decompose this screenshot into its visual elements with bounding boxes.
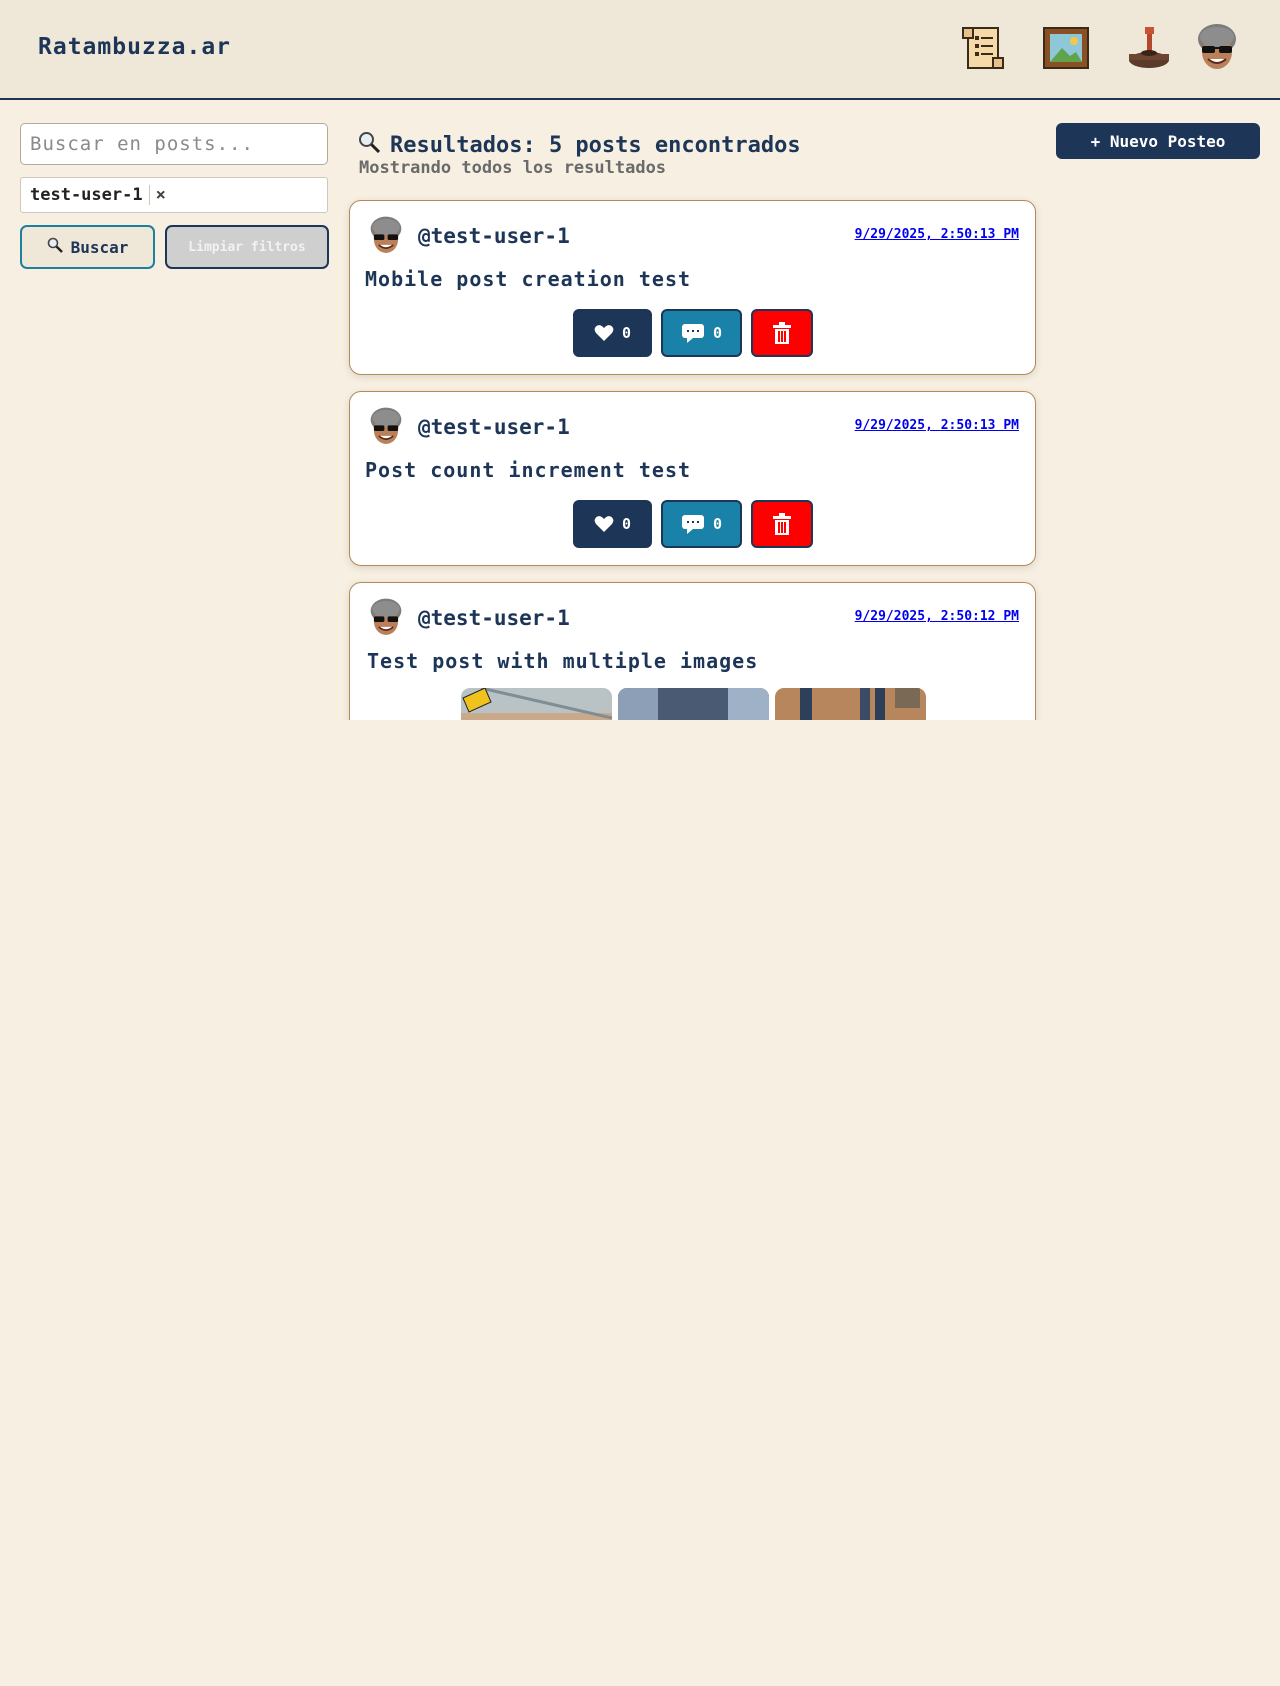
top-header: Ratambuzza.ar bbox=[0, 0, 1280, 100]
trash-icon bbox=[772, 513, 792, 535]
search-input[interactable] bbox=[20, 123, 328, 165]
search-button[interactable]: Buscar bbox=[20, 225, 155, 269]
post-actions: 0 0 bbox=[350, 309, 1035, 357]
post-timestamp-link[interactable]: 9/29/2025, 2:50:13 PM bbox=[855, 418, 1019, 433]
post-text: Mobile post creation test bbox=[365, 267, 692, 291]
remove-filter-button[interactable]: × bbox=[156, 185, 166, 205]
speech-bubble-icon bbox=[681, 323, 705, 343]
trash-icon bbox=[772, 322, 792, 344]
page-background bbox=[0, 720, 1280, 1686]
heart-icon bbox=[594, 324, 614, 342]
site-brand[interactable]: Ratambuzza.ar bbox=[38, 34, 231, 60]
post-username[interactable]: @test-user-1 bbox=[418, 415, 570, 439]
post-text: Post count increment test bbox=[365, 458, 692, 482]
search-button-label: Buscar bbox=[70, 237, 129, 257]
comment-button[interactable]: 0 bbox=[661, 309, 742, 357]
comment-button[interactable]: 0 bbox=[661, 500, 742, 548]
new-post-button[interactable]: + Nuevo Posteo bbox=[1056, 123, 1260, 159]
speech-bubble-icon bbox=[681, 514, 705, 534]
post-card: @test-user-1 9/29/2025, 2:50:13 PM Mobil… bbox=[349, 200, 1036, 375]
scroll-icon[interactable] bbox=[957, 22, 1009, 74]
avatar[interactable] bbox=[367, 215, 405, 257]
avatar[interactable] bbox=[367, 597, 405, 639]
magnifier-icon bbox=[358, 131, 381, 159]
post-text: Test post with multiple images bbox=[367, 649, 759, 673]
post-actions: 0 0 bbox=[350, 500, 1035, 548]
post-timestamp-link[interactable]: 9/29/2025, 2:50:12 PM bbox=[855, 609, 1019, 624]
post-card: @test-user-1 9/29/2025, 2:50:13 PM Post … bbox=[349, 391, 1036, 566]
like-button[interactable]: 0 bbox=[573, 500, 652, 548]
post-username[interactable]: @test-user-1 bbox=[418, 224, 570, 248]
comment-count: 0 bbox=[712, 515, 723, 533]
joystick-icon[interactable] bbox=[1123, 22, 1175, 74]
results-title-text: Resultados: 5 posts encontrados bbox=[390, 132, 801, 158]
post-username[interactable]: @test-user-1 bbox=[418, 606, 570, 630]
like-count: 0 bbox=[621, 515, 632, 533]
user-filter-chip: test-user-1 × bbox=[20, 177, 328, 213]
heart-icon bbox=[594, 515, 614, 533]
delete-button[interactable] bbox=[751, 500, 813, 548]
avatar[interactable] bbox=[1191, 22, 1237, 74]
post-timestamp-link[interactable]: 9/29/2025, 2:50:13 PM bbox=[855, 227, 1019, 242]
avatar[interactable] bbox=[367, 406, 405, 448]
like-button[interactable]: 0 bbox=[573, 309, 652, 357]
delete-button[interactable] bbox=[751, 309, 813, 357]
like-count: 0 bbox=[621, 324, 632, 342]
picture-frame-icon[interactable] bbox=[1040, 22, 1092, 74]
chip-divider bbox=[148, 185, 150, 205]
clear-filters-button[interactable]: Limpiar filtros bbox=[165, 225, 329, 269]
magnifier-icon bbox=[47, 237, 63, 257]
comment-count: 0 bbox=[712, 324, 723, 342]
results-title: Resultados: 5 posts encontrados bbox=[358, 131, 801, 159]
filter-chip-label: test-user-1 bbox=[30, 185, 143, 205]
results-subtitle: Mostrando todos los resultados bbox=[359, 158, 667, 178]
